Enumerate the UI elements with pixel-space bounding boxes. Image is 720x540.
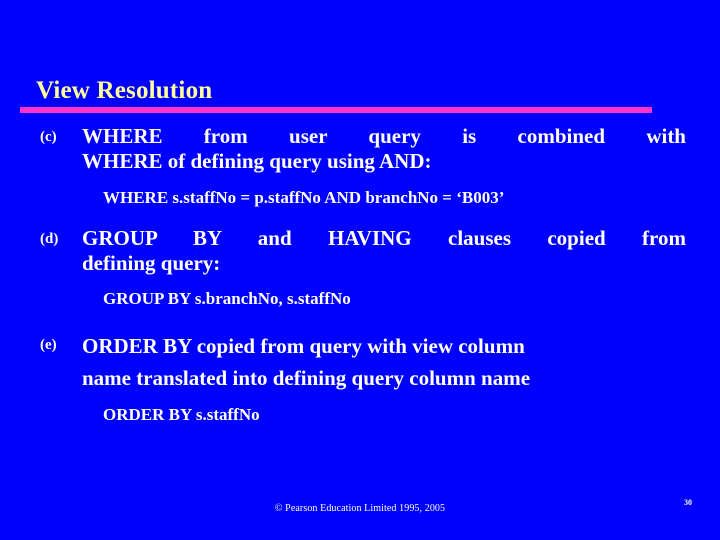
bullet-marker-d: (d) — [40, 230, 59, 247]
code-line-order-by: ORDER BY s.staffNo — [103, 404, 260, 424]
slide-page-number: 30 — [684, 498, 692, 507]
bullet-text-e-line1: ORDER BY copied from query with view col… — [82, 333, 525, 358]
slide-body: (c) WHERE from user query is combined wi… — [0, 124, 720, 425]
bullet-point-c: (c) WHERE from user query is combined wi… — [0, 124, 720, 174]
bullet-text-e: ORDER BY copied from query with view col… — [82, 330, 686, 395]
slide-canvas: View Resolution (c) WHERE from user quer… — [0, 0, 720, 540]
bullet-text-d-line2: defining query: — [82, 250, 221, 275]
bullet-row-c: (c) WHERE from user query is combined wi… — [0, 124, 720, 174]
bullet-row-e: (e) ORDER BY copied from query with view… — [0, 330, 720, 395]
bullet-text-c: WHERE from user query is combined with W… — [82, 124, 686, 174]
bullet-text-e-line2: name translated into defining query colu… — [82, 366, 531, 391]
copyright-footer: © Pearson Education Limited 1995, 2005 — [274, 503, 446, 514]
bullet-text-d: GROUP BY and HAVING clauses copied from … — [82, 226, 686, 276]
bullet-point-e: (e) ORDER BY copied from query with view… — [0, 330, 720, 395]
code-line-group-by: GROUP BY s.branchNo, s.staffNo — [103, 289, 351, 309]
bullet-marker-c: (c) — [40, 129, 57, 145]
title-underline-rule — [20, 107, 652, 113]
bullet-marker-e: (e) — [40, 336, 57, 353]
slide-title-block: View Resolution — [20, 78, 652, 113]
bullet-text-c-line2: WHERE of defining query using AND: — [82, 148, 432, 173]
bullet-point-d: (d) GROUP BY and HAVING clauses copied f… — [0, 226, 720, 276]
bullet-row-d: (d) GROUP BY and HAVING clauses copied f… — [0, 226, 720, 276]
bullet-text-d-line1: GROUP BY and HAVING clauses copied from — [82, 225, 686, 250]
page-title: View Resolution — [36, 77, 213, 104]
code-line-where: WHERE s.staffNo = p.staffNo AND branchNo… — [103, 187, 505, 207]
bullet-text-c-line1: WHERE from user query is combined with — [82, 124, 686, 148]
